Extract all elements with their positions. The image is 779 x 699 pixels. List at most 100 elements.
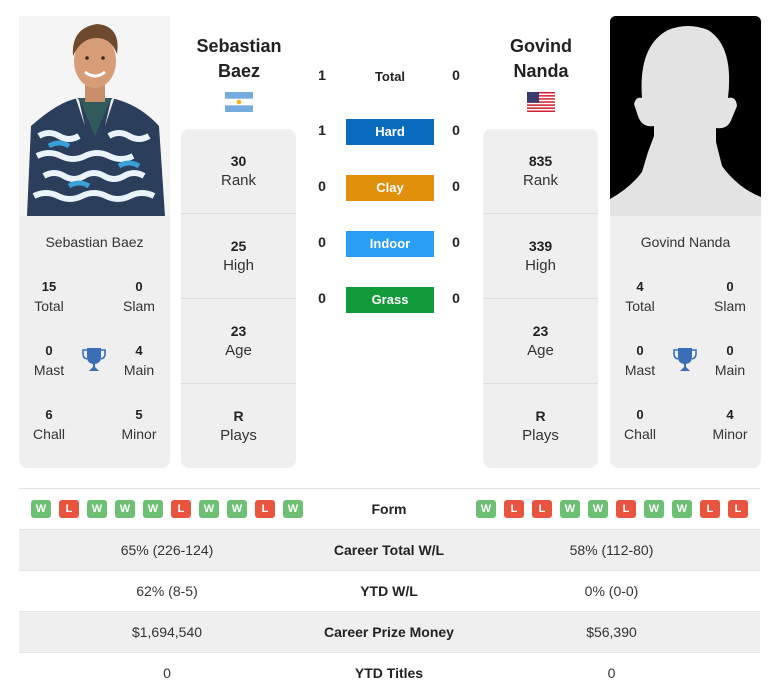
player2-titles-card: Govind Nanda 4 Total 0 Slam 0 Mast 0 Mai… xyxy=(610,216,761,468)
h2h-left-value: 0 xyxy=(318,234,326,250)
career-wl-row: 65% (226-124) Career Total W/L 58% (112-… xyxy=(19,530,760,571)
player1-minor-titles: 5 Minor xyxy=(109,406,169,444)
stat-value: 30 xyxy=(230,153,247,169)
h2h-left-value: 1 xyxy=(318,67,326,83)
player2-form-result-loss[interactable]: L xyxy=(532,500,552,518)
player2-name[interactable]: Govind Nanda xyxy=(481,34,601,84)
form-label: Form xyxy=(371,501,407,517)
player2-form-result-loss[interactable]: L xyxy=(700,500,720,518)
stat-value: 6 xyxy=(45,407,53,422)
player1-prize-money: $1,694,540 xyxy=(131,624,203,640)
player1-form-result-win[interactable]: W xyxy=(115,500,135,518)
h2h-total-label: Total xyxy=(374,69,406,84)
player1-photo-image xyxy=(19,16,170,216)
stat-label: Minor xyxy=(712,426,748,442)
player1-ytd-titles: 0 xyxy=(163,665,171,681)
player1-form-result-win[interactable]: W xyxy=(143,500,163,518)
player2-full-name: Govind Nanda xyxy=(640,234,731,250)
player1-high: 25 High xyxy=(181,214,296,299)
player2-plays: R Plays xyxy=(483,384,598,468)
player1-mast-titles: 0 Mast xyxy=(19,342,79,380)
player1-plays: R Plays xyxy=(181,384,296,468)
h2h-total-row: 1 Total 0 xyxy=(310,64,470,90)
player1-form-result-win[interactable]: W xyxy=(227,500,247,518)
stat-value: R xyxy=(535,408,546,424)
surface-hard-badge[interactable]: Hard xyxy=(346,119,434,145)
player1-form-result-win[interactable]: W xyxy=(283,500,303,518)
trophy-icon xyxy=(673,348,697,371)
ytd-wl-row: 62% (8-5) YTD W/L 0% (0-0) xyxy=(19,571,760,612)
stat-label: Main xyxy=(714,362,746,378)
stat-value: 4 xyxy=(135,343,143,358)
stat-label: Rank xyxy=(220,172,257,189)
stat-value: 0 xyxy=(726,279,734,294)
player1-form-result-win[interactable]: W xyxy=(87,500,107,518)
prize-money-row: $1,694,540 Career Prize Money $56,390 xyxy=(19,612,760,653)
player2-form-result-loss[interactable]: L xyxy=(728,500,748,518)
stat-value: 339 xyxy=(528,238,553,254)
surface-indoor-badge[interactable]: Indoor xyxy=(346,231,434,257)
player2-minor-titles: 4 Minor xyxy=(700,406,760,444)
ytd-wl-label: YTD W/L xyxy=(360,583,418,599)
comparison-table: WLWWWLWWLW Form WLLWWLWWLL 65% (226-124)… xyxy=(19,488,760,694)
ytd-titles-row: 0 YTD Titles 0 xyxy=(19,653,760,694)
player1-ytd-wl: 62% (8-5) xyxy=(136,583,198,599)
player1-form-result-win[interactable]: W xyxy=(31,500,51,518)
player2-total-titles: 4 Total xyxy=(610,278,670,316)
stat-label: Plays xyxy=(220,427,257,444)
trophy-icon xyxy=(82,348,106,371)
player1-slam-titles: 0 Slam xyxy=(109,278,169,316)
stat-value: 23 xyxy=(532,323,549,339)
player1-form-result-loss[interactable]: L xyxy=(59,500,79,518)
stat-label: High xyxy=(223,257,254,274)
stat-label: Age xyxy=(225,342,252,359)
player2-photo xyxy=(610,16,761,216)
player2-chall-titles: 0 Chall xyxy=(610,406,670,444)
surface-clay-badge[interactable]: Clay xyxy=(346,175,434,201)
player1-rank: 30 Rank xyxy=(181,129,296,214)
avatar-silhouette-icon xyxy=(610,16,761,216)
player2-first-name: Govind xyxy=(510,36,572,56)
stat-value: 25 xyxy=(230,238,247,254)
player2-form-result-win[interactable]: W xyxy=(560,500,580,518)
player1-form-result-loss[interactable]: L xyxy=(171,500,191,518)
stat-label: Chall xyxy=(624,426,656,442)
h2h-hard-row: 1 Hard 0 xyxy=(310,119,470,145)
player2-form-result-loss[interactable]: L xyxy=(616,500,636,518)
stat-value: 0 xyxy=(135,279,143,294)
h2h-left-value: 1 xyxy=(318,122,326,138)
player2-form-result-win[interactable]: W xyxy=(476,500,496,518)
player1-name[interactable]: Sebastian Baez xyxy=(179,34,299,84)
ytd-titles-label: YTD Titles xyxy=(354,665,424,681)
stat-value: 0 xyxy=(636,407,644,422)
stat-label: Chall xyxy=(33,426,65,442)
stat-label: Total xyxy=(625,298,655,314)
h2h-indoor-row: 0 Indoor 0 xyxy=(310,231,470,257)
h2h-clay-row: 0 Clay 0 xyxy=(310,175,470,201)
player2-prize-money: $56,390 xyxy=(586,624,637,640)
player1-full-name: Sebastian Baez xyxy=(45,234,144,250)
player2-form-result-win[interactable]: W xyxy=(588,500,608,518)
surface-grass-badge[interactable]: Grass xyxy=(346,287,434,313)
player2-form: WLLWWLWWLL xyxy=(476,500,748,518)
player1-form-result-win[interactable]: W xyxy=(199,500,219,518)
h2h-right-value: 0 xyxy=(452,234,460,250)
player2-form-result-win[interactable]: W xyxy=(644,500,664,518)
player2-form-result-loss[interactable]: L xyxy=(504,500,524,518)
h2h-grass-row: 0 Grass 0 xyxy=(310,287,470,313)
stat-value: 0 xyxy=(636,343,644,358)
h2h-right-value: 0 xyxy=(452,178,460,194)
stat-label: Total xyxy=(34,298,64,314)
stat-value: 23 xyxy=(230,323,247,339)
player1-main-titles: 4 Main xyxy=(109,342,169,380)
prize-money-label: Career Prize Money xyxy=(324,624,454,640)
player1-total-titles: 15 Total xyxy=(19,278,79,316)
stat-label: High xyxy=(525,257,556,274)
stat-label: Minor xyxy=(121,426,157,442)
player1-form-result-loss[interactable]: L xyxy=(255,500,275,518)
argentina-flag-icon xyxy=(225,92,253,112)
player2-form-result-win[interactable]: W xyxy=(672,500,692,518)
player1-career-wl: 65% (226-124) xyxy=(120,542,214,558)
player2-ytd-titles: 0 xyxy=(607,665,616,681)
h2h-right-value: 0 xyxy=(452,122,460,138)
